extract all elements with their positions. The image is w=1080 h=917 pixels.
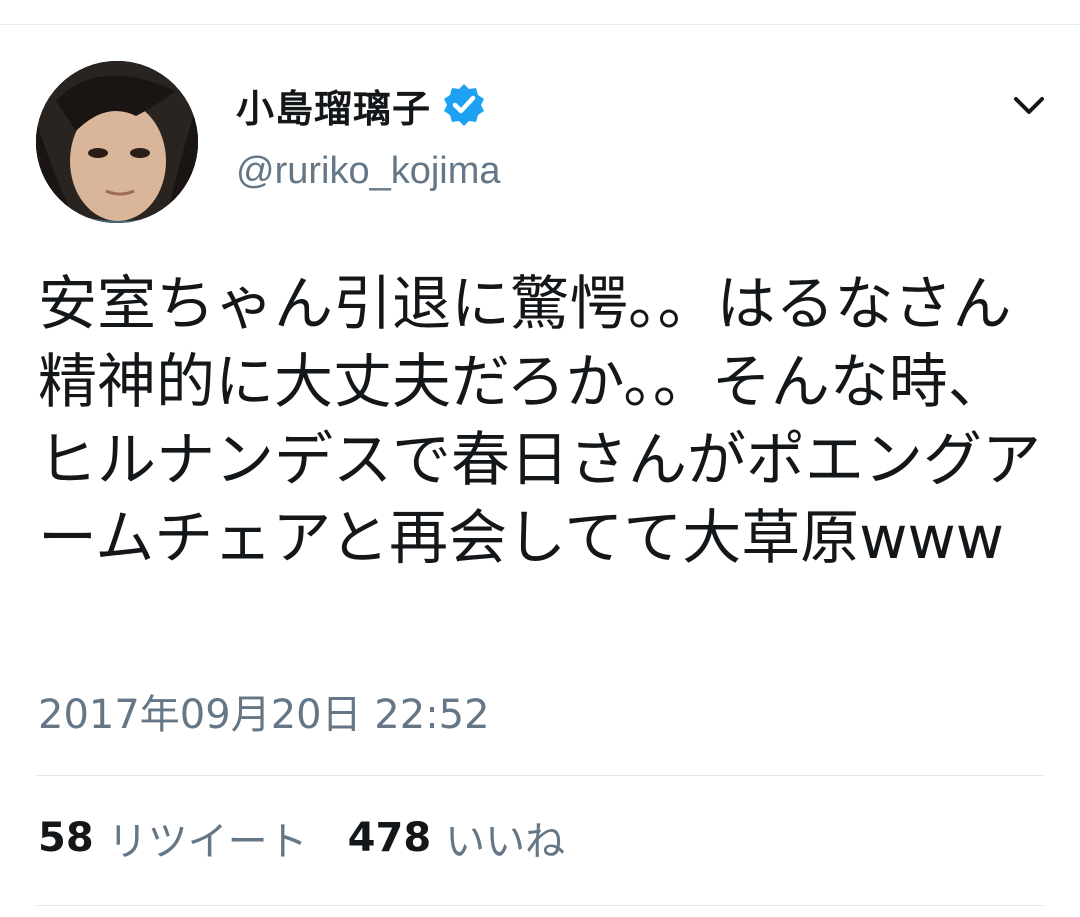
- tweet-text: 安室ちゃん引退に驚愕。。はるなさん精神的に大丈夫だろか。。そんな時、ヒルナンデス…: [38, 269, 1042, 572]
- chevron-down-icon[interactable]: [1010, 92, 1048, 120]
- divider: [36, 905, 1044, 906]
- like-label: いいね: [445, 819, 566, 865]
- retweet-label: リツイート: [107, 819, 308, 865]
- tweet-stats: 58 リツイート 478 いいね: [38, 810, 605, 866]
- name-row: 小島瑠璃子: [236, 78, 487, 133]
- divider: [36, 775, 1044, 776]
- verified-badge-icon: [441, 82, 487, 128]
- avatar[interactable]: [36, 61, 198, 223]
- top-divider: [0, 24, 1080, 25]
- like-count: 478: [347, 815, 432, 861]
- like-stat[interactable]: 478 いいね: [348, 809, 566, 867]
- tweet-timestamp[interactable]: 2017年09月20日 22:52: [38, 682, 490, 740]
- retweet-count: 58: [38, 815, 94, 861]
- retweet-stat[interactable]: 58 リツイート: [38, 809, 308, 867]
- user-handle[interactable]: @ruriko_kojima: [236, 150, 501, 193]
- avatar-photo: [36, 61, 198, 223]
- display-name[interactable]: 小島瑠璃子: [236, 78, 431, 133]
